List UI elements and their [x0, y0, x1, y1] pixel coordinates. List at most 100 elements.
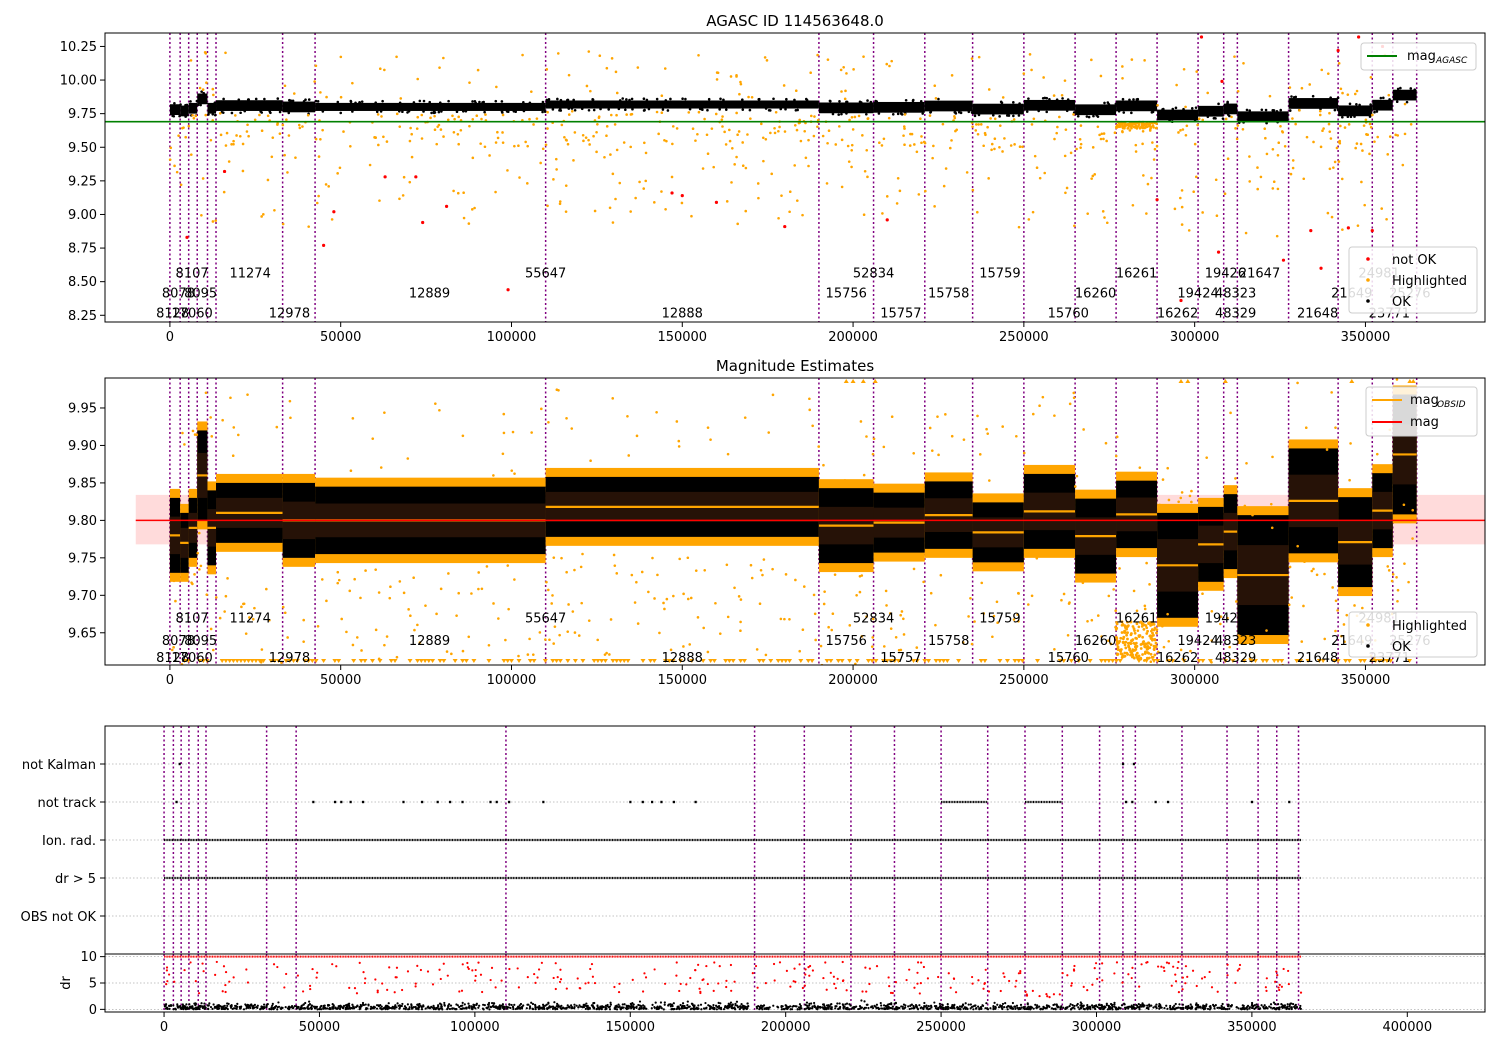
dr-ok-point [358, 1008, 361, 1011]
dr-ok-point [690, 1007, 693, 1010]
highlighted-point [615, 113, 618, 117]
ok-point [741, 108, 745, 111]
dr-not-ok-point [276, 965, 279, 969]
highlighted-point [1190, 500, 1193, 504]
dr-not-ok-point [952, 977, 956, 980]
x-tick-label: 350000 [1341, 673, 1391, 688]
highlighted-point [1150, 176, 1153, 180]
dr-not-ok-point [534, 981, 537, 985]
highlighted-point [1147, 651, 1151, 655]
highlighted-point [338, 166, 342, 170]
dr-not-ok-point [868, 967, 871, 970]
highlighted-point [1343, 126, 1347, 129]
dr-ok-point [739, 1006, 743, 1010]
highlighted-point [793, 164, 797, 167]
obsid-label: 15759 [979, 266, 1020, 281]
highlighted-point [842, 65, 845, 69]
ok-point [1348, 102, 1352, 106]
highlighted-point [1361, 149, 1364, 152]
dr-ok-point [978, 1008, 981, 1011]
highlighted-point [763, 56, 767, 59]
highlighted-point [219, 133, 223, 137]
dr-ok-point [891, 1005, 894, 1008]
highlighted-point [1142, 627, 1146, 631]
highlighted-point [424, 604, 427, 607]
dr-not-ok-point [1019, 970, 1022, 973]
obsid-label: 21648 [1297, 307, 1338, 322]
highlighted-point [175, 170, 179, 174]
highlighted-point [545, 68, 549, 71]
highlighted-point [1018, 145, 1022, 149]
dr-ok-point [448, 1007, 452, 1011]
highlighted-point [581, 133, 585, 137]
dr-ok-point [1111, 1008, 1114, 1011]
highlighted-point [1244, 231, 1248, 235]
dr-ok-point [1189, 1003, 1192, 1006]
dr-ok-point [252, 1007, 255, 1010]
ok-points-band [1338, 105, 1373, 117]
dr-ok-point [183, 1006, 186, 1009]
ok-point [896, 112, 900, 116]
highlighted-point [1056, 125, 1059, 129]
dr-ok-point [342, 1006, 345, 1009]
highlighted-point [377, 591, 381, 594]
highlighted-point [484, 113, 487, 116]
not-ok-point [1216, 250, 1221, 254]
ok-point [1413, 88, 1417, 91]
highlighted-point [1102, 137, 1105, 141]
dr-ok-point [1206, 1007, 1210, 1011]
out-of-range-marker [1264, 659, 1270, 663]
dr-not-ok-point [842, 979, 845, 982]
highlighted-point [566, 142, 570, 146]
highlighted-point [1243, 712, 1246, 715]
highlighted-point [1013, 143, 1016, 146]
dr-ok-point [377, 1005, 381, 1008]
obsid-label: 12978 [269, 651, 310, 666]
highlighted-point [612, 553, 616, 557]
dr-not-ok-point [1191, 969, 1195, 972]
highlighted-point [934, 623, 937, 627]
highlighted-point [376, 113, 380, 116]
ok-point [1018, 102, 1021, 105]
legend-label: OK [1392, 640, 1411, 655]
highlighted-point [589, 459, 592, 463]
dr-ok-point [488, 1008, 491, 1011]
dr-not-ok-point [1226, 974, 1229, 977]
dr-not-ok-point [894, 981, 897, 984]
dr-ok-point [1283, 1004, 1287, 1007]
highlighted-point [383, 411, 386, 414]
highlighted-point [1403, 132, 1407, 136]
highlighted-point [1347, 123, 1351, 126]
highlighted-point [205, 593, 209, 596]
dr-not-ok-point [1174, 973, 1177, 976]
highlighted-point [1063, 154, 1067, 158]
highlighted-point [680, 201, 684, 205]
dr-ok-point [635, 1005, 638, 1008]
dr-ok-point [215, 1005, 218, 1008]
highlighted-point [1155, 631, 1158, 635]
obsid-label: 16261 [1116, 266, 1157, 281]
highlighted-point [697, 110, 701, 114]
x-tick-label: 0 [160, 1020, 168, 1035]
dr-ok-point [361, 1001, 365, 1005]
highlighted-point [812, 593, 816, 597]
highlighted-point [735, 111, 738, 115]
ok-point [607, 108, 611, 111]
highlighted-point [467, 635, 471, 639]
highlighted-point [1224, 117, 1228, 121]
highlighted-point [185, 666, 188, 669]
highlighted-point [1154, 126, 1158, 130]
out-of-range-marker [640, 659, 646, 663]
dr-not-ok-point [916, 971, 919, 974]
highlighted-point [398, 580, 402, 583]
highlighted-point [932, 144, 935, 148]
dr-ok-point [1069, 1008, 1073, 1011]
dr-not-ok-point [918, 992, 921, 995]
dr-not-ok-point [698, 987, 701, 990]
highlighted-point [1268, 94, 1272, 98]
x-tick-label: 150000 [605, 1020, 655, 1035]
highlighted-point [615, 91, 619, 95]
ok-point [580, 107, 584, 111]
highlighted-point [1347, 491, 1351, 495]
highlighted-point [783, 617, 786, 621]
